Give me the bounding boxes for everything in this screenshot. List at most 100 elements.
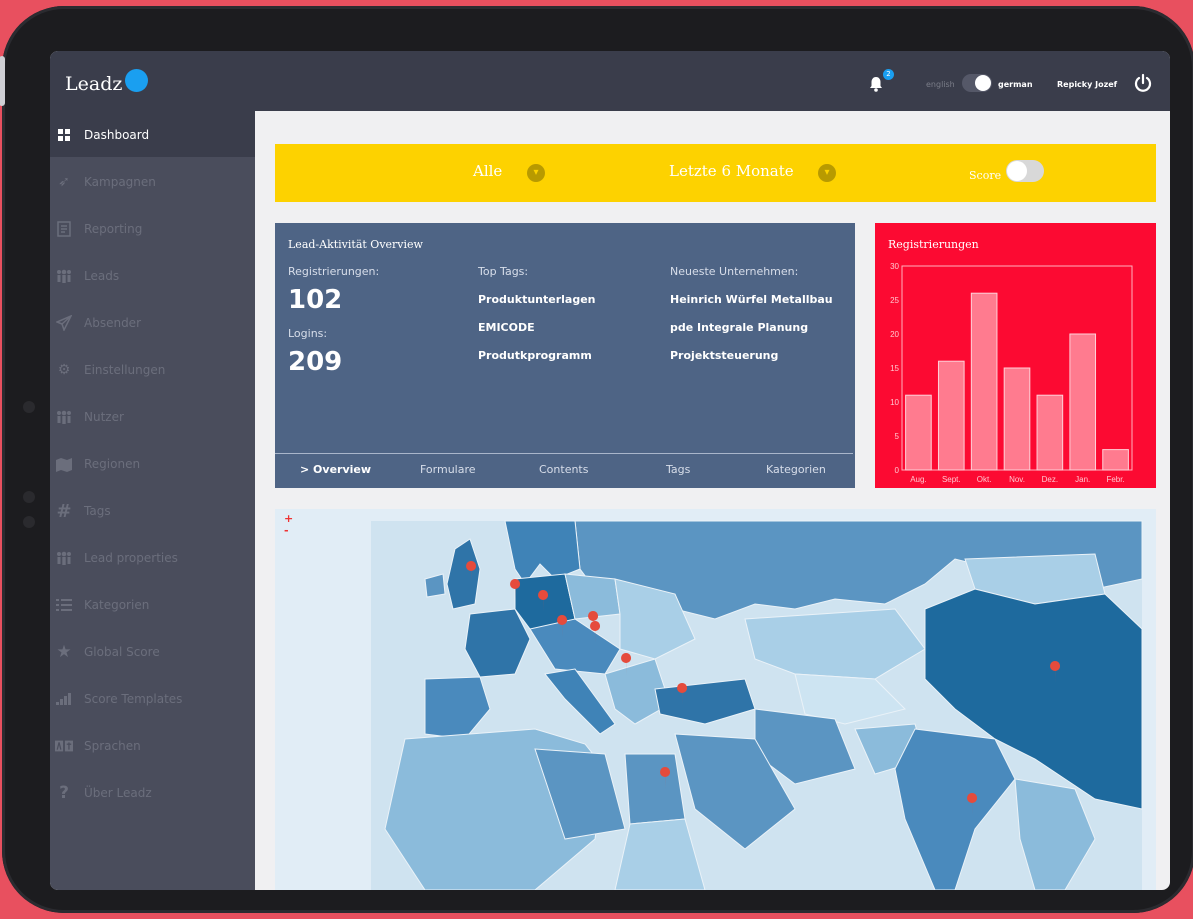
y-tick-label: 25	[890, 296, 899, 305]
sidebar: Dashboard ➶ Kampagnen Reporting Leads Ab…	[50, 111, 255, 890]
sensor	[23, 516, 35, 528]
sidebar-item-label: Dashboard	[84, 128, 150, 142]
power-icon[interactable]	[1133, 73, 1153, 93]
sidebar-item-global-score[interactable]: ★ Global Score	[50, 628, 255, 674]
app-screen: Leadz 2 english german Repicky Jozef Das…	[50, 51, 1170, 890]
sidebar-item-dashboard[interactable]: Dashboard	[50, 111, 255, 157]
y-tick-label: 20	[890, 330, 899, 339]
logo-dot	[125, 69, 148, 92]
y-tick-label: 15	[890, 364, 899, 373]
sensor	[23, 491, 35, 503]
star-icon: ★	[56, 642, 72, 662]
sidebar-item-kategorien[interactable]: Kategorien	[50, 581, 255, 627]
users-icon	[55, 267, 73, 285]
segment-filter[interactable]: Alle	[473, 162, 502, 180]
volume-button	[0, 56, 5, 106]
tab-contents[interactable]: Contents	[539, 463, 588, 476]
tabs-divider	[275, 453, 853, 454]
tab-kategorien[interactable]: Kategorien	[766, 463, 826, 476]
sidebar-item-score-templates[interactable]: Score Templates	[50, 675, 255, 721]
sidebar-item-label: Nutzer	[84, 410, 124, 424]
x-tick-label: Aug.	[910, 475, 926, 484]
x-tick-label: Sept.	[942, 475, 961, 484]
sidebar-item-leads[interactable]: Leads	[50, 252, 255, 298]
registrations-value: 102	[288, 285, 343, 315]
signal-icon	[55, 690, 73, 708]
sidebar-item-lead-properties[interactable]: Lead properties	[50, 534, 255, 580]
sidebar-item-label: Über Leadz	[84, 786, 152, 800]
sidebar-item-reporting[interactable]: Reporting	[50, 205, 255, 251]
app-logo[interactable]: Leadz	[65, 73, 122, 95]
period-filter[interactable]: Letzte 6 Monate	[669, 162, 794, 180]
gear-icon: ⚙	[57, 362, 71, 378]
filter-bar: Alle ▾ Letzte 6 Monate ▾ Score	[275, 144, 1156, 202]
sidebar-item-nutzer[interactable]: Nutzer	[50, 393, 255, 439]
chart-bar	[970, 292, 998, 471]
top-tag[interactable]: Produktunterlagen	[478, 293, 596, 306]
sidebar-item-label: Kampagnen	[84, 175, 156, 189]
score-toggle[interactable]	[1006, 160, 1044, 182]
company[interactable]: pde Integrale Planung	[670, 321, 808, 334]
tab-formulare[interactable]: Formulare	[420, 463, 476, 476]
report-icon	[55, 220, 73, 238]
sidebar-item-sprachen[interactable]: Sprachen	[50, 722, 255, 768]
logins-value: 209	[288, 347, 343, 377]
registrations-label: Registrierungen:	[288, 265, 380, 278]
top-tags-label: Top Tags:	[478, 265, 529, 278]
top-bar: Leadz 2 english german Repicky Jozef	[50, 51, 1170, 111]
x-tick-label: Nov.	[1009, 475, 1025, 484]
language-german-label[interactable]: german	[998, 80, 1033, 89]
sidebar-item-label: Einstellungen	[84, 363, 166, 377]
x-tick-label: Dez.	[1042, 475, 1058, 484]
company[interactable]: Projektsteuerung	[670, 349, 778, 362]
sidebar-item-label: Sprachen	[84, 739, 141, 753]
map-region-egypt	[624, 753, 686, 825]
sidebar-item-label: Regionen	[84, 457, 141, 471]
sidebar-item-kampagnen[interactable]: ➶ Kampagnen	[50, 158, 255, 204]
lead-activity-overview: Lead-Aktivität Overview Registrierungen:…	[275, 223, 855, 488]
sidebar-item-ueber-leadz[interactable]: ? Über Leadz	[50, 769, 255, 815]
x-tick-label: Jan.	[1075, 475, 1090, 484]
sidebar-item-absender[interactable]: Absender	[50, 299, 255, 345]
sidebar-item-label: Score Templates	[84, 692, 183, 706]
top-tag[interactable]: EMICODE	[478, 321, 535, 334]
send-icon	[55, 314, 73, 332]
sidebar-item-label: Lead properties	[84, 551, 178, 565]
sidebar-item-label: Global Score	[84, 645, 160, 659]
notification-badge: 2	[883, 69, 894, 80]
score-label: Score	[969, 169, 1002, 182]
registrations-chart-card: Registrierungen 0 5 10 15 20 25 30 Aug. Sept. Okt…	[875, 223, 1156, 488]
top-tag[interactable]: Produtkprogramm	[478, 349, 592, 362]
sidebar-item-einstellungen[interactable]: ⚙ Einstellungen	[50, 346, 255, 392]
user-name[interactable]: Repicky Jozef	[1057, 80, 1117, 89]
chart-bar	[1069, 333, 1097, 471]
companies-label: Neueste Unternehmen:	[670, 265, 799, 278]
bell-icon[interactable]	[868, 76, 884, 92]
list-icon	[55, 596, 73, 614]
question-icon: ?	[59, 783, 69, 803]
map-graphic	[371, 520, 1143, 890]
sidebar-item-regionen[interactable]: Regionen	[50, 440, 255, 486]
users-icon	[55, 549, 73, 567]
tab-overview[interactable]: > Overview	[300, 463, 371, 476]
sidebar-item-label: Kategorien	[84, 598, 150, 612]
company[interactable]: Heinrich Würfel Metallbau	[670, 293, 833, 306]
x-tick-label: Febr.	[1106, 475, 1124, 484]
sidebar-item-label: Leads	[84, 269, 120, 283]
dashboard-icon	[55, 126, 73, 144]
y-tick-label: 10	[890, 398, 899, 407]
chart-bar	[1003, 367, 1031, 471]
sidebar-item-label: Absender	[84, 316, 141, 330]
chevron-down-icon[interactable]: ▾	[527, 164, 545, 182]
translate-icon	[55, 737, 73, 755]
chart-bar	[937, 360, 965, 471]
chart-bar	[1036, 394, 1064, 471]
sidebar-item-tags[interactable]: # Tags	[50, 487, 255, 533]
language-toggle[interactable]	[962, 74, 992, 92]
tab-tags[interactable]: Tags	[666, 463, 690, 476]
chevron-down-icon[interactable]: ▾	[818, 164, 836, 182]
users-icon	[55, 408, 73, 426]
sidebar-item-label: Tags	[84, 504, 111, 518]
language-english-label[interactable]: english	[926, 80, 955, 89]
world-map[interactable]: + -	[275, 509, 1156, 890]
